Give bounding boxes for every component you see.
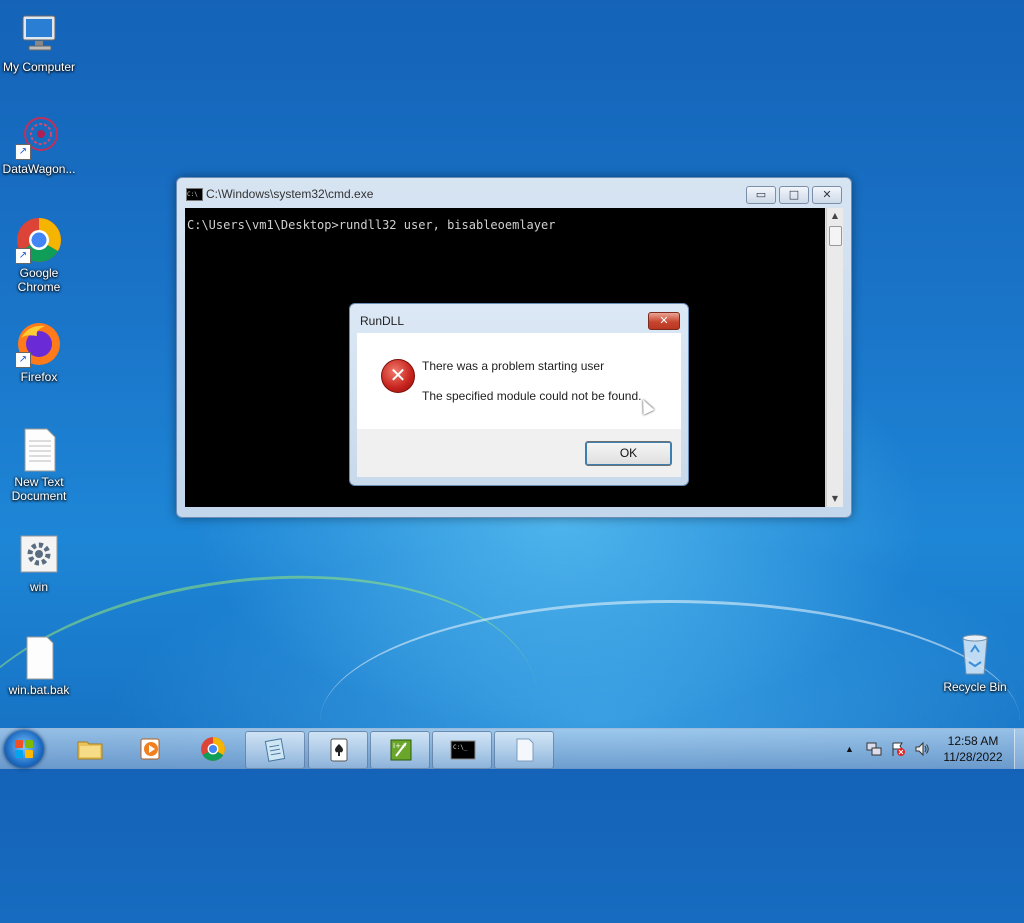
file-explorer-icon bbox=[77, 736, 103, 762]
vertical-scrollbar[interactable]: ▲ ▼ bbox=[826, 208, 843, 507]
clock-date: 11/28/2022 bbox=[943, 750, 1003, 764]
show-hidden-icons-button[interactable]: ▲ bbox=[845, 729, 857, 769]
desktop-icon-win-bat-bak[interactable]: win.bat.bak bbox=[0, 633, 79, 697]
svg-text:C:\_: C:\_ bbox=[453, 744, 468, 751]
desktop-icon-label: My Computer bbox=[2, 60, 76, 74]
chrome-icon bbox=[200, 736, 226, 762]
cmd-icon: C:\ bbox=[186, 188, 203, 201]
dialog-title: RunDLL bbox=[360, 314, 405, 328]
desktop-icon-datawagon[interactable]: ↗ DataWagon... bbox=[0, 112, 79, 176]
editor-icon: I++ bbox=[388, 737, 414, 763]
taskbar-media-player[interactable] bbox=[121, 731, 179, 767]
close-button[interactable]: ✕ bbox=[812, 186, 842, 204]
scroll-thumb[interactable] bbox=[829, 226, 842, 246]
shortcut-arrow-icon: ↗ bbox=[15, 144, 31, 160]
document-icon bbox=[512, 737, 538, 763]
desktop-icon-label: Google Chrome bbox=[17, 266, 61, 294]
start-button[interactable] bbox=[4, 730, 44, 768]
media-player-icon bbox=[138, 736, 164, 762]
network-icon[interactable] bbox=[866, 729, 884, 769]
desktop-icon-label: DataWagon... bbox=[2, 162, 76, 176]
dialog-message-secondary: The specified module could not be found. bbox=[422, 389, 642, 403]
shortcut-arrow-icon: ↗ bbox=[15, 352, 31, 368]
datawagon-icon: ↗ bbox=[15, 112, 63, 160]
desktop-icon-google-chrome[interactable]: ↗ Google Chrome bbox=[0, 216, 79, 294]
taskbar-file-explorer[interactable] bbox=[60, 731, 118, 767]
desktop-icon-label: win bbox=[29, 580, 48, 594]
taskbar-notepad[interactable] bbox=[245, 731, 305, 769]
desktop-icon-label: New Text Document bbox=[11, 475, 67, 503]
maximize-button[interactable]: □ bbox=[779, 186, 809, 204]
show-desktop-button[interactable] bbox=[1014, 729, 1024, 769]
desktop-icon-new-text-document[interactable]: New Text Document bbox=[0, 425, 79, 503]
error-icon: ✕ bbox=[381, 359, 415, 393]
minimize-button[interactable]: ▭ bbox=[746, 186, 776, 204]
firefox-icon: ↗ bbox=[15, 320, 63, 368]
wallpaper-swoosh bbox=[320, 600, 1020, 843]
windows-logo-icon bbox=[15, 740, 33, 758]
taskbar-chrome[interactable] bbox=[183, 731, 241, 767]
taskbar-editor[interactable]: I++ bbox=[370, 731, 430, 769]
computer-icon bbox=[15, 10, 63, 58]
action-center-flag-icon[interactable] bbox=[890, 729, 908, 769]
console-line: C:\Users\vm1\Desktop>rundll32 user, bisa… bbox=[187, 218, 556, 232]
dialog-close-button[interactable]: ✕ bbox=[648, 312, 680, 330]
dialog-message-primary: There was a problem starting user bbox=[422, 359, 605, 373]
desktop-icon-firefox[interactable]: ↗ Firefox bbox=[0, 320, 79, 384]
desktop-icon-label: win.bat.bak bbox=[8, 683, 70, 697]
scroll-up-icon[interactable]: ▲ bbox=[827, 208, 843, 224]
text-document-icon bbox=[15, 425, 63, 473]
desktop-icon-win[interactable]: win bbox=[0, 530, 79, 594]
blank-file-icon bbox=[15, 633, 63, 681]
taskbar-solitaire[interactable] bbox=[308, 731, 368, 769]
dialog-body: ✕ There was a problem starting user The … bbox=[357, 333, 681, 429]
desktop-icon-label: Recycle Bin bbox=[943, 680, 1007, 694]
taskbar: I++ C:\_ ▲ 12:58 AM 11/28/2022 bbox=[0, 728, 1024, 769]
solitaire-icon bbox=[326, 737, 352, 763]
dialog-footer: OK bbox=[357, 429, 681, 477]
clock-time: 12:58 AM bbox=[947, 734, 999, 748]
shortcut-arrow-icon: ↗ bbox=[15, 248, 31, 264]
ok-button[interactable]: OK bbox=[585, 441, 672, 466]
rundll-dialog[interactable]: RunDLL ✕ ✕ There was a problem starting … bbox=[349, 303, 689, 486]
desktop-icon-label: Firefox bbox=[20, 370, 58, 384]
system-clock[interactable]: 12:58 AM 11/28/2022 bbox=[936, 733, 1010, 765]
volume-icon[interactable] bbox=[914, 729, 932, 769]
chrome-icon: ↗ bbox=[15, 216, 63, 264]
recycle-bin-icon bbox=[951, 630, 999, 678]
scroll-down-icon[interactable]: ▼ bbox=[827, 491, 843, 507]
taskbar-document[interactable] bbox=[494, 731, 554, 769]
cmd-titlebar[interactable]: C:\ C:\Windows\system32\cmd.exe ▭ □ ✕ bbox=[177, 178, 851, 208]
taskbar-cmd[interactable]: C:\_ bbox=[432, 731, 492, 769]
cmd-window-title: C:\Windows\system32\cmd.exe bbox=[206, 187, 374, 201]
cmd-icon: C:\_ bbox=[450, 737, 476, 763]
settings-file-icon bbox=[15, 530, 63, 578]
notepad-icon bbox=[263, 737, 289, 763]
desktop-icon-my-computer[interactable]: My Computer bbox=[0, 10, 79, 74]
svg-text:I++: I++ bbox=[393, 742, 407, 750]
desktop-icon-recycle-bin[interactable]: Recycle Bin bbox=[935, 630, 1015, 694]
